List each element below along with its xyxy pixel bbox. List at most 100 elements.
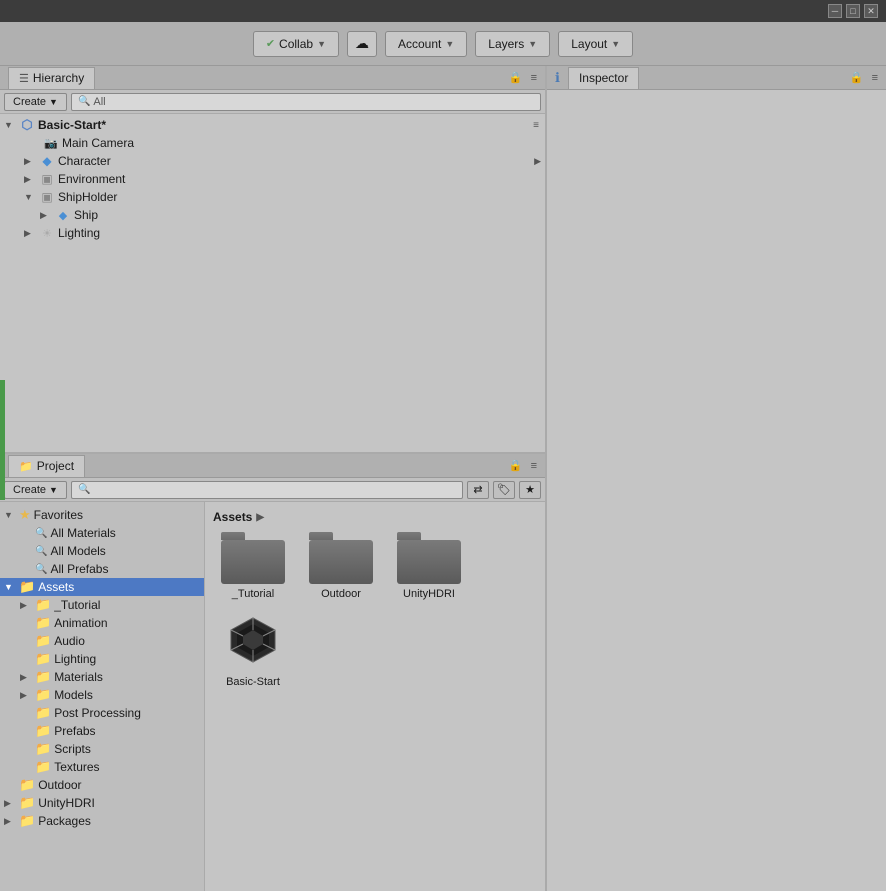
post-processing-label: Post Processing [54, 706, 141, 720]
packages-folder-icon: 📁 [19, 813, 35, 829]
close-button[interactable]: ✕ [864, 4, 878, 18]
project-all-prefabs[interactable]: 🔍 All Prefabs [0, 560, 204, 578]
unityhdri-folder-tab [397, 532, 421, 540]
hierarchy-content: ⬡ Basic-Start* ≡ 📷 Main Camera ◆ Charact… [0, 114, 545, 244]
tutorial-folder-tab [221, 532, 245, 540]
tutorial-asset-label: _Tutorial [232, 588, 274, 600]
unityhdri-folder-thumb [397, 532, 461, 584]
hierarchy-scene-root[interactable]: ⬡ Basic-Start* ≡ [0, 116, 545, 134]
project-tab-label: Project [37, 459, 74, 473]
layout-button[interactable]: Layout ▼ [558, 31, 633, 57]
scene-options-icon[interactable]: ≡ [533, 120, 539, 131]
hierarchy-item-main-camera[interactable]: 📷 Main Camera [0, 134, 545, 152]
favorites-arrow-icon [4, 510, 16, 520]
project-filter-button[interactable]: ⇄ [467, 481, 489, 499]
maximize-button[interactable]: □ [846, 4, 860, 18]
assets-folder-icon: 📁 [19, 579, 35, 595]
project-outdoor[interactable]: 📁 Outdoor [0, 776, 204, 794]
project-panel-header: 📁 Project 🔒 ≡ [0, 454, 545, 478]
minimize-button[interactable]: ─ [828, 4, 842, 18]
asset-item-basic-start[interactable]: Basic-Start [213, 608, 293, 688]
environment-arrow-icon [24, 174, 36, 185]
project-lighting[interactable]: 📁 Lighting [0, 650, 204, 668]
ship-label: Ship [74, 208, 98, 222]
environment-label: Environment [58, 172, 125, 186]
all-materials-icon: 🔍 [35, 528, 47, 539]
hierarchy-item-ship[interactable]: ◆ Ship [0, 206, 545, 224]
inspector-menu-icon[interactable]: ≡ [872, 72, 878, 84]
project-audio[interactable]: 📁 Audio [0, 632, 204, 650]
packages-label: Packages [38, 814, 91, 828]
project-textures[interactable]: 📁 Textures [0, 758, 204, 776]
collab-chevron-icon: ▼ [317, 39, 326, 49]
hierarchy-list-icon: ☰ [19, 72, 29, 85]
inspector-tab-label: Inspector [579, 71, 628, 85]
unity-hdri-folder-icon: 📁 [19, 795, 35, 811]
project-lock-icon[interactable]: 🔒 [509, 459, 523, 472]
cloud-icon: ☁ [355, 35, 369, 52]
project-all-models[interactable]: 🔍 All Models [0, 542, 204, 560]
character-label: Character [58, 154, 111, 168]
project-materials[interactable]: 📁 Materials [0, 668, 204, 686]
outdoor-folder-body [309, 540, 373, 584]
project-models[interactable]: 📁 Models [0, 686, 204, 704]
project-tab[interactable]: 📁 Project [8, 455, 85, 477]
hierarchy-search-box[interactable]: 🔍 All [71, 93, 541, 111]
tutorial-folder-thumb [221, 532, 285, 584]
assets-label: Assets [38, 580, 74, 594]
project-favorites-header[interactable]: ★ Favorites [0, 506, 204, 524]
hierarchy-menu-icon[interactable]: ≡ [531, 72, 537, 84]
all-prefabs-label: All Prefabs [50, 562, 108, 576]
project-create-button[interactable]: Create ▼ [4, 481, 67, 499]
project-tutorial[interactable]: 📁 _Tutorial [0, 596, 204, 614]
project-star-button[interactable]: ★ [519, 481, 541, 499]
textures-folder-icon: 📁 [35, 759, 51, 775]
scene-icon: ⬡ [19, 118, 35, 132]
left-panel: ☰ Hierarchy 🔒 ≡ Create ▼ 🔍 All [0, 66, 545, 891]
asset-item-unityhdri[interactable]: UnityHDRI [389, 532, 469, 600]
inspector-info-icon: ℹ [555, 70, 560, 86]
camera-icon: 📷 [43, 136, 59, 150]
project-assets-header[interactable]: 📁 Assets [0, 578, 204, 596]
prefabs-folder-icon: 📁 [35, 723, 51, 739]
asset-item-tutorial[interactable]: _Tutorial [213, 532, 293, 600]
account-button[interactable]: Account ▼ [385, 31, 467, 57]
layout-label: Layout [571, 37, 607, 51]
hierarchy-item-lighting[interactable]: ☀ Lighting [0, 224, 545, 242]
hierarchy-tab[interactable]: ☰ Hierarchy [8, 67, 95, 89]
hierarchy-lock-icon[interactable]: 🔒 [509, 71, 523, 84]
project-animation[interactable]: 📁 Animation [0, 614, 204, 632]
project-scripts[interactable]: 📁 Scripts [0, 740, 204, 758]
favorites-star-icon: ★ [19, 507, 31, 523]
inspector-tab[interactable]: Inspector [568, 67, 639, 89]
outdoor-folder-tab [309, 532, 333, 540]
asset-item-outdoor[interactable]: Outdoor [301, 532, 381, 600]
inspector-lock-icon[interactable]: 🔒 [850, 71, 864, 84]
hierarchy-create-chevron-icon: ▼ [49, 97, 58, 107]
collab-label: Collab [279, 37, 313, 51]
models-label: Models [54, 688, 93, 702]
scripts-label: Scripts [54, 742, 91, 756]
cloud-button[interactable]: ☁ [347, 31, 377, 57]
basic-start-asset-label: Basic-Start [226, 676, 280, 688]
collab-button[interactable]: ✔ Collab ▼ [253, 31, 339, 57]
project-prefabs[interactable]: 📁 Prefabs [0, 722, 204, 740]
project-menu-icon[interactable]: ≡ [531, 460, 537, 472]
project-create-label: Create [13, 484, 46, 496]
shipholder-label: ShipHolder [58, 190, 117, 204]
project-unity-hdri[interactable]: 📁 UnityHDRI [0, 794, 204, 812]
project-body: ★ Favorites 🔍 All Materials 🔍 All Models… [0, 502, 545, 891]
project-packages[interactable]: 📁 Packages [0, 812, 204, 830]
project-all-materials[interactable]: 🔍 All Materials [0, 524, 204, 542]
hierarchy-search-icon: 🔍 [78, 96, 90, 107]
hierarchy-tab-label: Hierarchy [33, 71, 84, 85]
hierarchy-item-environment[interactable]: ▣ Environment [0, 170, 545, 188]
project-post-processing[interactable]: 📁 Post Processing [0, 704, 204, 722]
layers-button[interactable]: Layers ▼ [475, 31, 550, 57]
project-search-box[interactable]: 🔍 [71, 481, 463, 499]
character-right-arrow-icon: ▶ [534, 156, 541, 167]
project-tag-button[interactable]: 🏷 [493, 481, 515, 499]
hierarchy-item-character[interactable]: ◆ Character ▶ [0, 152, 545, 170]
hierarchy-create-button[interactable]: Create ▼ [4, 93, 67, 111]
hierarchy-item-shipholder[interactable]: ▣ ShipHolder [0, 188, 545, 206]
